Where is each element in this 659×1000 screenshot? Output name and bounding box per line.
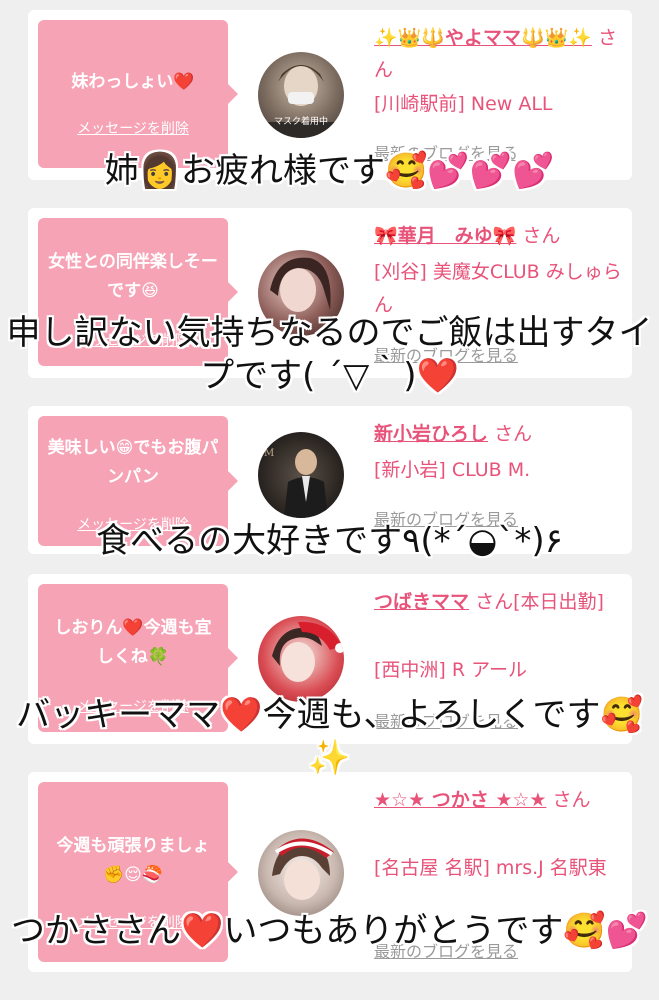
svg-text:M: M bbox=[264, 448, 274, 459]
message-text: 妹わっしょい❤️ bbox=[71, 72, 195, 92]
avatar[interactable] bbox=[258, 616, 344, 702]
message-text: 今週も頑張りましょ✊😌🍣 bbox=[56, 836, 210, 885]
user-name-line: 🎀華月 みゆ🎀 さん bbox=[374, 220, 624, 252]
overlay-caption: 食べるの大好きです٩(*´◒`*)۶ bbox=[96, 521, 563, 561]
user-name-line: つばきママ さん[本日出勤] bbox=[374, 586, 624, 618]
user-name-line: ✨👑🔱やよママ🔱👑✨ さん bbox=[374, 22, 624, 86]
honorific: さん bbox=[552, 789, 591, 811]
honorific: さん bbox=[494, 423, 533, 445]
honorific: さん[本日出勤] bbox=[475, 591, 604, 613]
avatar[interactable]: M bbox=[258, 432, 344, 518]
user-name-link[interactable]: 🎀華月 みゆ🎀 bbox=[374, 225, 516, 247]
message-text: 美味しい😁でもお腹パンパン bbox=[47, 438, 219, 487]
user-name-line: ★☆★ つかさ ★☆★ さん bbox=[374, 784, 624, 816]
avatar-caption: マスク着用中 bbox=[273, 117, 328, 127]
delete-message-link[interactable]: メッセージを削除 bbox=[38, 118, 228, 138]
shop-name: [西中洲] R アール bbox=[374, 659, 527, 681]
overlay-caption: つかささん❤️いつもありがとうです🥰💕 bbox=[10, 911, 648, 951]
avatar[interactable] bbox=[258, 830, 344, 916]
overlay-caption: 姉👩お疲れ様です🥰💕💕💕 bbox=[104, 151, 555, 191]
user-name-line: 新小岩ひろし さん bbox=[374, 418, 624, 450]
honorific: さん bbox=[522, 225, 561, 247]
message-bubble: 妹わっしょい❤️ メッセージを削除 bbox=[38, 20, 238, 168]
message-text: しおりん❤️今週も宜しくね🍀 bbox=[54, 618, 212, 667]
shop-name: [川崎駅前] New ALL bbox=[374, 93, 553, 115]
avatar-photo-icon: M bbox=[264, 448, 328, 518]
user-name-link[interactable]: つばきママ bbox=[374, 591, 469, 613]
overlay-caption: バッキーママ❤️今週も、よろしくです🥰✨ bbox=[16, 695, 643, 778]
overlay-caption: 申し訳ない気持ちなるのでご飯は出すタイプです( ´▽｀)❤️ bbox=[6, 313, 653, 396]
avatar-photo-icon bbox=[272, 838, 334, 900]
avatar[interactable]: マスク着用中 bbox=[258, 52, 344, 138]
user-name-link[interactable]: ✨👑🔱やよママ🔱👑✨ bbox=[374, 27, 592, 49]
avatar-photo-icon bbox=[272, 621, 344, 682]
user-name-link[interactable]: ★☆★ つかさ ★☆★ bbox=[374, 789, 546, 811]
shop-name: [名古屋 名駅] mrs.J 名駅東 bbox=[374, 857, 607, 879]
user-name-link[interactable]: 新小岩ひろし bbox=[374, 423, 488, 445]
message-text: 女性との同伴楽しそーです😆 bbox=[48, 252, 218, 301]
shop-name: [新小岩] CLUB M. bbox=[374, 459, 531, 481]
